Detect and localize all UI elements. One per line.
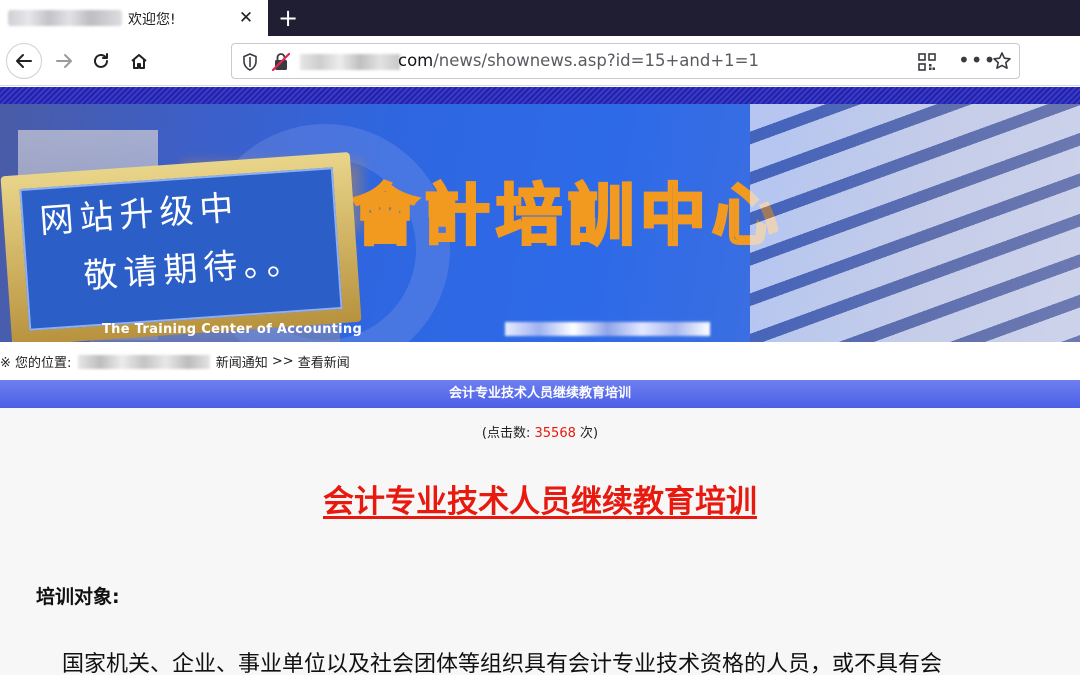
tab-close-icon[interactable]: ✕ [234, 6, 258, 30]
banner-title: 會計培訓中心 [351, 175, 784, 256]
url-path: /news/shownews.asp?id=15+and+1=1 [433, 51, 759, 70]
banner-subtitle: The Training Center of Accounting [102, 322, 363, 337]
banner-text-redacted [505, 322, 710, 336]
tab-favicon-redacted [8, 10, 122, 26]
hits-label: (点击数: [481, 426, 531, 441]
article-paragraph: 国家机关、企业、事业单位以及社会团体等组织具有会计专业技术资格的人员，或不具有会 [62, 652, 943, 675]
computer-monitors-graphic [750, 104, 1080, 342]
section-heading: 培训对象: [36, 586, 120, 608]
forward-button[interactable] [46, 43, 82, 79]
url-host: com [398, 51, 434, 70]
insecure-lock-icon[interactable] [272, 52, 290, 72]
article-title-bar: 会计专业技术人员继续教育培训 [0, 380, 1080, 408]
tab-title: 欢迎您! [128, 12, 176, 28]
arrow-right-icon [56, 54, 72, 68]
url-text: com/news/shownews.asp?id=15+and+1=1 [398, 51, 759, 70]
article-title: 会计专业技术人员继续教育培训 [323, 484, 757, 520]
breadcrumb: ※ 您的位置: 新闻通知 >> 查看新闻 [0, 352, 350, 374]
home-icon [131, 54, 147, 69]
hits-count: 35568 [534, 426, 576, 441]
site-banner: 會計培訓中心 网站升级中 敬请期待。。 The Training Center … [0, 104, 1080, 342]
reload-button[interactable] [83, 43, 119, 79]
qr-code-icon[interactable] [918, 53, 936, 71]
browser-tab[interactable]: 欢迎您! ✕ [0, 0, 268, 36]
reload-icon [94, 53, 108, 68]
breadcrumb-section-link[interactable]: 新闻通知 [216, 352, 268, 371]
breadcrumb-separator: >> [271, 354, 294, 369]
home-button[interactable] [121, 43, 157, 79]
hits-suffix: 次) [580, 426, 599, 441]
url-host-redacted [300, 54, 400, 70]
shield-icon[interactable] [242, 53, 258, 71]
url-bar[interactable]: com/news/shownews.asp?id=15+and+1=1 ••• [231, 43, 1020, 79]
breadcrumb-redacted [77, 354, 210, 369]
browser-toolbar: com/news/shownews.asp?id=15+and+1=1 ••• [0, 36, 1080, 86]
breadcrumb-prefix: ※ 您的位置: [0, 356, 72, 371]
back-button[interactable] [6, 43, 42, 79]
page-actions-menu[interactable]: ••• [958, 48, 996, 72]
header-stripe [0, 87, 1080, 104]
upgrade-notice-scroll: 网站升级中 敬请期待。。 [0, 151, 362, 342]
browser-tab-bar: 欢迎您! ✕ + [0, 0, 1080, 36]
article-content: (点击数: 35568 次) 会计专业技术人员继续教育培训 培训对象: 国家机关… [0, 408, 1080, 675]
bookmark-star-icon[interactable] [992, 51, 1012, 71]
breadcrumb-current: 查看新闻 [297, 356, 350, 371]
hit-counter: (点击数: 35568 次) [0, 422, 1080, 441]
arrow-left-icon [16, 54, 32, 68]
new-tab-button[interactable]: + [273, 3, 303, 33]
